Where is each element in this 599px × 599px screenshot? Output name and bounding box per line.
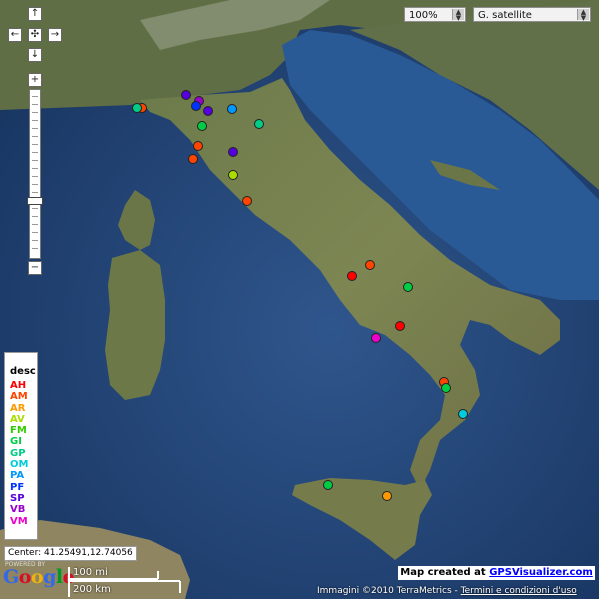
zoom-level-select[interactable]: 100% ▲ ▼ [404,7,466,22]
zoom-tick [32,120,38,121]
zoom-tick [32,248,38,249]
zoom-tick [32,144,38,145]
legend-item-vm: VM [10,515,28,527]
map-marker-am[interactable] [365,260,375,270]
map-created-prefix: Map created at [400,567,486,578]
zoom-tick [32,112,38,113]
map-marker-gi[interactable] [403,282,413,292]
map-marker-gi[interactable] [441,383,451,393]
zoom-tick [32,96,38,97]
zoom-tick [32,168,38,169]
scale-km-label: 200 km [73,584,111,595]
zoom-tick [32,216,38,217]
legend-item-fm: FM [10,425,27,437]
zoom-tick [32,232,38,233]
zoom-in-button[interactable]: + [28,73,42,87]
zoom-tick [32,160,38,161]
map-marker-ar[interactable] [382,491,392,501]
zoom-tick [32,192,38,193]
legend-item-ah: AH [10,380,27,391]
map-marker-ah[interactable] [395,321,405,331]
legend-item-pa: PA [10,470,25,482]
terms-link[interactable]: Termini e condizioni d'uso [461,586,577,596]
zoom-tick [32,224,38,225]
map-marker-vm[interactable] [371,333,381,343]
map-marker-gi[interactable] [323,480,333,490]
legend-item-gi: GI [10,436,22,448]
pan-right-button[interactable]: → [48,28,62,42]
map-marker-av[interactable] [228,170,238,180]
legend-item-sp: SP [10,492,25,504]
imagery-credit: Immagini ©2010 TerraMetrics - [317,586,458,596]
zoom-tick [32,152,38,153]
zoom-tick [32,208,38,209]
zoom-tick [32,184,38,185]
google-logo[interactable]: Google [3,566,75,588]
zoom-level-value: 100% [409,10,438,21]
zoom-out-button[interactable]: − [28,261,42,275]
map-marker-am[interactable] [188,154,198,164]
zoom-slider-thumb[interactable] [27,197,43,205]
map-marker-sp[interactable] [228,147,238,157]
map-type-value: G. satellite [478,10,532,21]
pan-down-button[interactable]: ↓ [28,48,42,62]
map-marker-sp[interactable] [203,106,213,116]
gpsvisualizer-link[interactable]: GPSVisualizer.com [489,567,593,578]
select-arrow-icon: ▲ ▼ [577,9,589,22]
select-arrow-icon: ▲ ▼ [452,9,464,22]
map-marker-gp[interactable] [132,103,142,113]
map-marker-am[interactable] [193,141,203,151]
legend-items: AH AM AR AV FM GI GP OM PA PF SP VB VM [5,380,37,527]
scale-bar: 100 mi 200 km [68,567,183,597]
zoom-slider-track[interactable] [29,89,41,259]
pan-left-button[interactable]: ← [8,28,22,42]
map-created-credit: Map created at GPSVisualizer.com [398,566,595,580]
center-coordinates: Center: 41.25491,12.74056 [4,546,137,561]
map-marker-pf[interactable] [191,101,201,111]
map-marker-sp[interactable] [181,90,191,100]
map-marker-ah[interactable] [347,271,357,281]
map-attribution: Immagini ©2010 TerraMetrics - Termini e … [317,586,577,596]
zoom-tick [32,128,38,129]
markers-svg [132,90,468,501]
legend-item-om: OM [10,459,29,471]
legend-item-vb: VB [10,504,26,516]
scale-miles-label: 100 mi [73,567,108,578]
map-marker-gi[interactable] [197,121,207,131]
pan-up-button[interactable]: ↑ [28,7,42,21]
map-marker-gp[interactable] [254,119,264,129]
zoom-tick [32,176,38,177]
pan-center-button[interactable]: ✣ [28,28,42,42]
map-marker-am[interactable] [242,196,252,206]
legend-item-av: AV [10,413,25,425]
legend: desc AH AM AR AV FM GI GP OM PA PF SP VB VM [4,352,38,540]
legend-item-gp: GP [10,447,26,459]
legend-item-pf: PF [10,481,25,493]
map-type-select[interactable]: G. satellite ▲ ▼ [473,7,591,22]
map-marker-pa[interactable] [227,104,237,114]
zoom-tick [32,136,38,137]
zoom-tick [32,104,38,105]
legend-item-ar: AR [10,402,26,414]
legend-title: desc [10,366,36,377]
legend-item-am: AM [10,391,28,403]
zoom-tick [32,240,38,241]
map-marker-om[interactable] [458,409,468,419]
